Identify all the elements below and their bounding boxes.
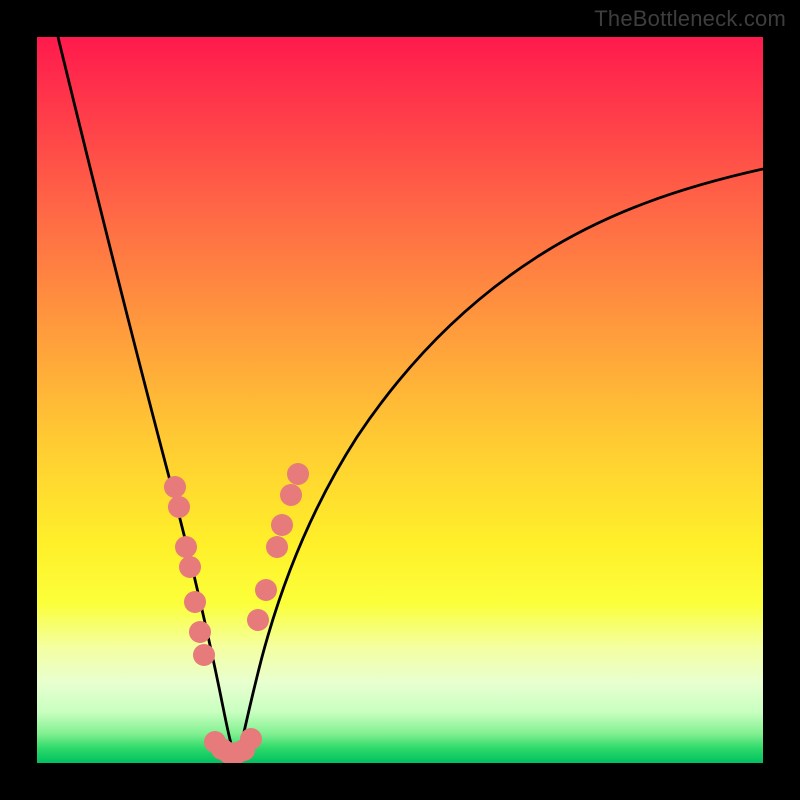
right-curve xyxy=(237,169,763,763)
data-dot xyxy=(240,728,262,750)
data-dot xyxy=(184,591,206,613)
data-dot xyxy=(266,536,288,558)
data-dot xyxy=(189,621,211,643)
data-dot xyxy=(247,609,269,631)
data-dot xyxy=(179,556,201,578)
data-dot xyxy=(255,579,277,601)
data-dot xyxy=(287,463,309,485)
data-dot xyxy=(280,484,302,506)
chart-svg xyxy=(37,37,763,763)
data-dot xyxy=(168,496,190,518)
chart-frame: TheBottleneck.com xyxy=(0,0,800,800)
data-dot xyxy=(193,644,215,666)
data-dot xyxy=(164,476,186,498)
watermark-text: TheBottleneck.com xyxy=(594,6,786,32)
plot-area xyxy=(37,37,763,763)
data-dot xyxy=(271,514,293,536)
data-dot xyxy=(175,536,197,558)
